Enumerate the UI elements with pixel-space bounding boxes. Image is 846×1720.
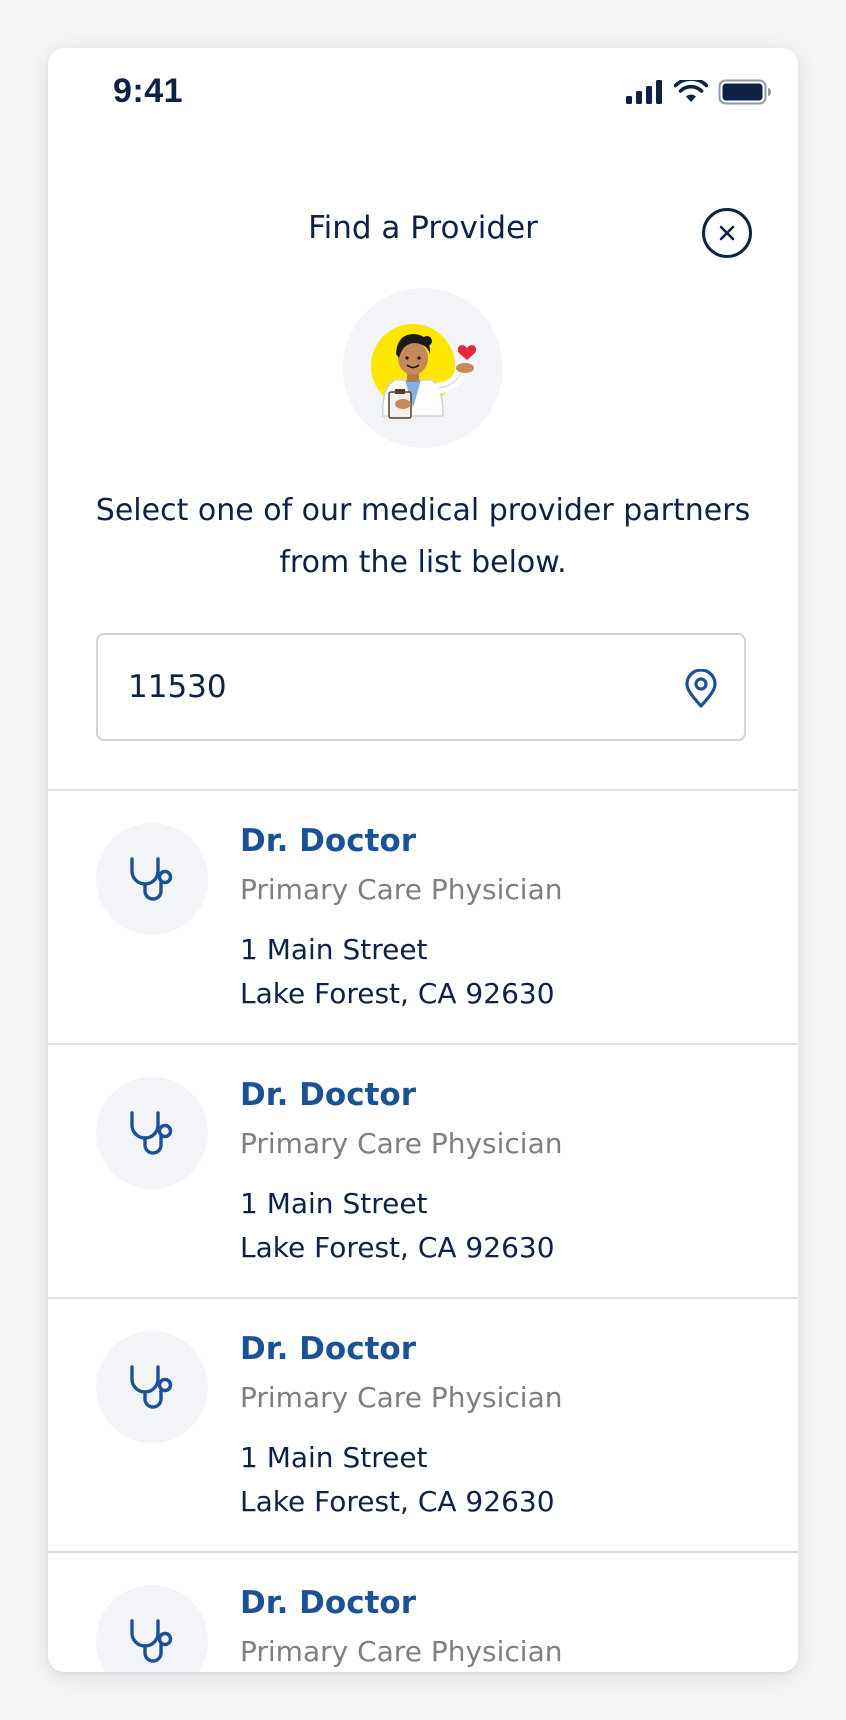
status-bar: 9:41 xyxy=(48,48,798,138)
provider-specialty: Primary Care Physician xyxy=(240,1127,563,1160)
provider-icon-container xyxy=(96,823,208,935)
stethoscope-icon xyxy=(130,1619,173,1663)
provider-street: 1 Main Street xyxy=(240,1187,428,1220)
provider-list-item[interactable]: Dr. Doctor Primary Care Physician 1 Main… xyxy=(48,789,798,1043)
provider-name: Dr. Doctor xyxy=(240,823,416,859)
provider-city: Lake Forest, CA 92630 xyxy=(240,977,555,1010)
close-button[interactable] xyxy=(702,208,752,258)
status-time: 9:41 xyxy=(113,72,184,110)
close-icon xyxy=(719,225,735,241)
battery-icon xyxy=(718,79,771,105)
cellular-signal-icon xyxy=(626,80,662,104)
location-pin-icon xyxy=(685,668,717,708)
provider-icon-container xyxy=(96,1585,208,1672)
provider-list: Dr. Doctor Primary Care Physician 1 Main… xyxy=(48,789,798,1672)
provider-name: Dr. Doctor xyxy=(240,1585,416,1621)
provider-specialty: Primary Care Physician xyxy=(240,1635,563,1668)
stethoscope-icon xyxy=(130,1365,173,1409)
provider-city: Lake Forest, CA 92630 xyxy=(240,1231,555,1264)
stethoscope-icon xyxy=(130,1111,173,1155)
wifi-icon xyxy=(674,80,708,102)
provider-specialty: Primary Care Physician xyxy=(240,1381,563,1414)
doctor-illustration-icon xyxy=(371,324,477,419)
zip-search-field[interactable] xyxy=(96,633,746,741)
provider-list-item[interactable]: Dr. Doctor Primary Care Physician 1 Main… xyxy=(48,1297,798,1551)
provider-name: Dr. Doctor xyxy=(240,1331,416,1367)
header: Find a Provider xyxy=(48,188,798,278)
page-title: Find a Provider xyxy=(308,210,538,246)
status-icons xyxy=(626,79,772,105)
location-button[interactable] xyxy=(684,668,718,709)
doctor-illustration xyxy=(343,288,503,448)
provider-street: 1 Main Street xyxy=(240,1441,428,1474)
provider-list-item[interactable]: Dr. Doctor Primary Care Physician 1 Main… xyxy=(48,1043,798,1297)
stethoscope-icon xyxy=(130,857,173,901)
provider-specialty: Primary Care Physician xyxy=(240,873,563,906)
provider-icon-container xyxy=(96,1077,208,1189)
phone-screen: 9:41 Find a Provider Select one of our m… xyxy=(48,48,798,1672)
zip-search-input[interactable] xyxy=(128,659,648,715)
intro-text: Select one of our medical provider partn… xyxy=(95,493,751,580)
provider-list-item[interactable]: Dr. Doctor Primary Care Physician xyxy=(48,1551,798,1672)
provider-street: 1 Main Street xyxy=(240,933,428,966)
provider-name: Dr. Doctor xyxy=(240,1077,416,1113)
provider-icon-container xyxy=(96,1331,208,1443)
provider-city: Lake Forest, CA 92630 xyxy=(240,1485,555,1518)
